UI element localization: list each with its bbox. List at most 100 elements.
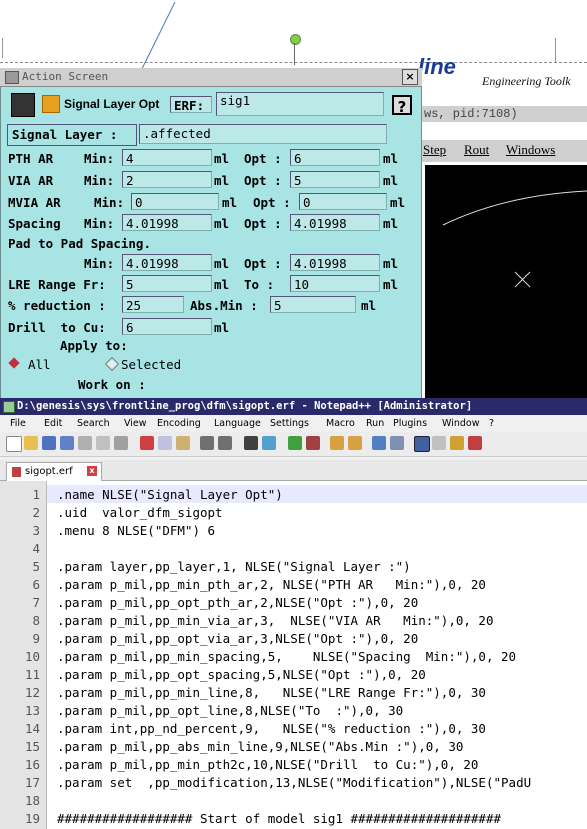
doc-map-icon[interactable] — [450, 436, 464, 450]
spacing-min-input[interactable]: 4.01998 — [122, 214, 212, 231]
menu-edit[interactable]: Edit — [44, 418, 62, 429]
drill-input[interactable]: 6 — [122, 318, 212, 335]
notepad-titlebar: D:\genesis\sys\frontline_prog\dfm\sigopt… — [0, 398, 587, 415]
code-lines[interactable]: 1 .name NLSE("Signal Layer Opt") 2 .uid val… — [0, 481, 587, 829]
new-file-icon[interactable] — [6, 436, 22, 452]
signal-layer-input[interactable]: .affected — [139, 124, 387, 144]
erf-label: ERF: — [170, 96, 212, 113]
code-line[interactable]: .param p_mil,pp_opt_pth_ar,2,NLSE("Opt :… — [57, 595, 418, 610]
record-icon[interactable] — [468, 436, 482, 450]
code-line[interactable]: .param p_mil,pp_min_via_ar,3, NLSE("VIA … — [57, 613, 494, 628]
code-line[interactable]: .param int,pp_nd_percent,9, NLSE("% redu… — [57, 721, 486, 736]
radio-selected-label[interactable]: Selected — [121, 357, 181, 372]
close-button[interactable]: × — [402, 69, 418, 85]
pth-min-input[interactable]: 4 — [122, 149, 212, 166]
radio-all-label[interactable]: All — [28, 357, 51, 372]
sync-h-icon[interactable] — [348, 436, 362, 450]
code-line[interactable]: .param p_mil,pp_opt_spacing,5,NLSE("Opt … — [57, 667, 426, 682]
menu-encoding[interactable]: Encoding — [157, 418, 201, 429]
menu-window[interactable]: Window — [442, 418, 479, 429]
via-min-input[interactable]: 2 — [122, 171, 212, 188]
open-file-icon[interactable] — [24, 436, 38, 450]
code-line[interactable]: .param p_mil,pp_min_line,8, NLSE("LRE Ra… — [57, 685, 486, 700]
wrap-icon[interactable] — [372, 436, 386, 450]
save-icon[interactable] — [42, 436, 56, 450]
abs-min-unit: ml — [361, 298, 377, 313]
spacing-label: Spacing — [8, 216, 61, 231]
via-opt-unit: ml — [383, 173, 399, 188]
menu-plugins[interactable]: Plugins — [393, 418, 427, 429]
pth-opt-label: Opt : — [244, 151, 282, 166]
line-number: 11 — [24, 667, 40, 682]
find-icon[interactable] — [244, 436, 258, 450]
code-line[interactable]: .name NLSE("Signal Layer Opt") — [57, 487, 283, 502]
menu-file[interactable]: File — [10, 418, 26, 429]
code-line[interactable]: .param p_mil,pp_min_pth2c,10,NLSE("Drill… — [57, 757, 478, 772]
code-line[interactable]: .param p_mil,pp_min_pth_ar,2, NLSE("PTH … — [57, 577, 486, 592]
pth-opt-input[interactable]: 6 — [290, 149, 380, 166]
replace-icon[interactable] — [262, 436, 276, 450]
code-line[interactable]: .menu 8 NLSE("DFM") 6 — [57, 523, 215, 538]
zoom-out-icon[interactable] — [306, 436, 320, 450]
copy-icon[interactable] — [158, 436, 172, 450]
erf-input[interactable]: sig1 — [216, 92, 384, 116]
notepad-title: D:\genesis\sys\frontline_prog\dfm\sigopt… — [17, 400, 473, 412]
tab-sigopt[interactable]: sigopt.erf x — [6, 462, 102, 481]
tool-icon[interactable] — [11, 93, 35, 117]
mvia-opt-input[interactable]: 0 — [299, 193, 387, 210]
undo-icon[interactable] — [200, 436, 214, 450]
lre-from-input[interactable]: 5 — [122, 275, 212, 292]
cut-icon[interactable] — [140, 436, 154, 450]
spacing-opt-unit: ml — [383, 216, 399, 231]
action-screen-title: Action Screen — [22, 70, 109, 83]
udl-icon[interactable] — [432, 436, 446, 450]
code-line[interactable]: .param p_mil,pp_min_spacing,5, NLSE("Spa… — [57, 649, 516, 664]
abs-min-input[interactable]: 5 — [270, 296, 356, 313]
notepad-menubar: File Edit Search View Encoding Language … — [0, 416, 587, 432]
code-line[interactable]: .param p_mil,pp_opt_line,8,NLSE("To :"),… — [57, 703, 403, 718]
line-number: 16 — [24, 757, 40, 772]
code-line[interactable]: .param layer,pp_layer,1, NLSE("Signal La… — [57, 559, 411, 574]
line-number: 1 — [32, 487, 40, 502]
line-number: 13 — [24, 703, 40, 718]
modified-file-icon — [12, 467, 21, 477]
pth-unit: ml — [214, 151, 230, 166]
code-line[interactable]: .param p_mil,pp_abs_min_line,9,NLSE("Abs… — [57, 739, 463, 754]
menu-macro[interactable]: Macro — [326, 418, 355, 429]
pad-opt-input[interactable]: 4.01998 — [290, 254, 380, 271]
menu-view[interactable]: View — [124, 418, 147, 429]
menu-search[interactable]: Search — [77, 418, 110, 429]
code-line[interactable]: ################## Start of model sig1 #… — [57, 811, 501, 826]
line-number: 7 — [32, 595, 40, 610]
code-line[interactable]: .uid valor_dfm_sigopt — [57, 505, 223, 520]
code-line[interactable]: .param p_mil,pp_opt_via_ar,3,NLSE("Opt :… — [57, 631, 418, 646]
pad-min-input[interactable]: 4.01998 — [122, 254, 212, 271]
action-screen-titlebar: Action Screen × — [0, 68, 422, 87]
indent-guide-icon[interactable] — [414, 436, 430, 452]
line-number: 12 — [24, 685, 40, 700]
menu-settings[interactable]: Settings — [270, 418, 309, 429]
paste-icon[interactable] — [176, 436, 190, 450]
lre-to-input[interactable]: 10 — [290, 275, 380, 292]
signal-icon — [42, 95, 60, 113]
spacing-opt-input[interactable]: 4.01998 — [290, 214, 380, 231]
menu-help[interactable]: ? — [489, 418, 494, 429]
menu-language[interactable]: Language — [214, 418, 261, 429]
sync-v-icon[interactable] — [330, 436, 344, 450]
zoom-in-icon[interactable] — [288, 436, 302, 450]
via-opt-input[interactable]: 5 — [290, 171, 380, 188]
redo-icon[interactable] — [218, 436, 232, 450]
reduction-input[interactable]: 25 — [122, 296, 184, 313]
print-icon[interactable] — [114, 436, 128, 450]
help-button[interactable]: ? — [392, 95, 412, 116]
code-line[interactable]: .param set ,pp_modification,13,NLSE("Mod… — [57, 775, 531, 790]
show-all-icon[interactable] — [390, 436, 404, 450]
tab-close-icon[interactable]: x — [87, 466, 97, 476]
via-unit: ml — [214, 173, 230, 188]
mvia-min-input[interactable]: 0 — [131, 193, 219, 210]
save-all-icon[interactable] — [60, 436, 74, 450]
menu-run[interactable]: Run — [366, 418, 384, 429]
close-file-icon[interactable] — [78, 436, 92, 450]
mvia-opt-label: Opt : — [253, 195, 291, 210]
close-all-icon[interactable] — [96, 436, 110, 450]
